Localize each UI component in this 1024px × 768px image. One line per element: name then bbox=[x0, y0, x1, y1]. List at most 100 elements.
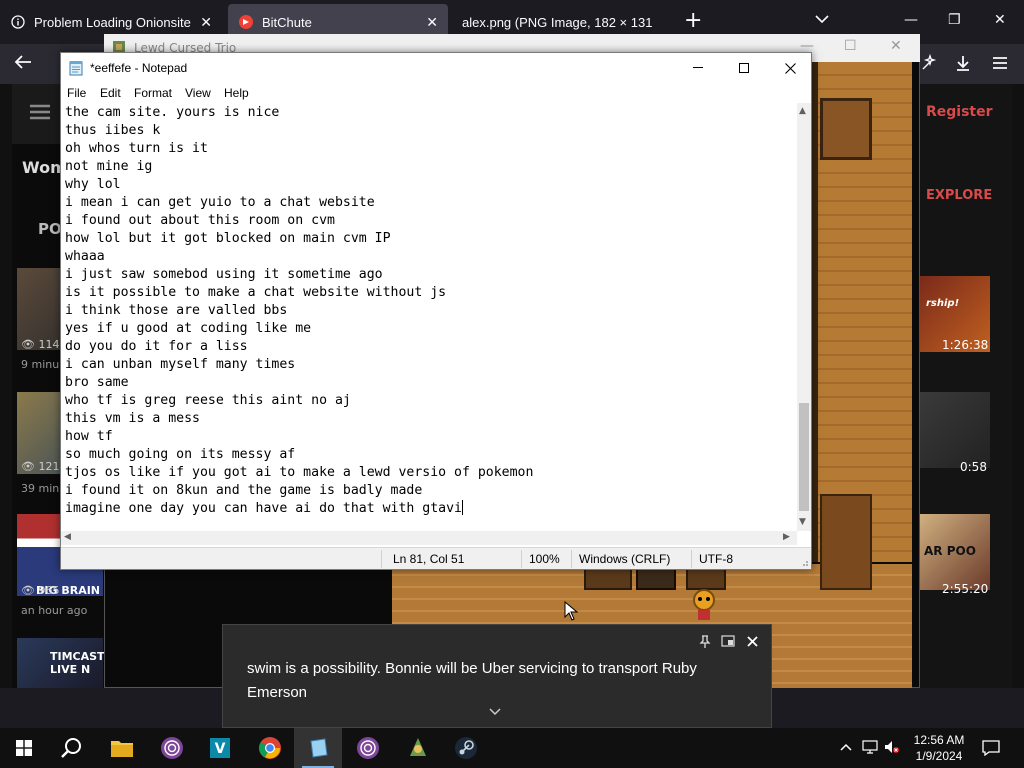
scroll-left-arrow-icon[interactable]: ◀ bbox=[64, 532, 71, 542]
notepad-vertical-scrollbar[interactable]: ▲ ▼ bbox=[797, 103, 811, 531]
tab-title: BitChute bbox=[262, 14, 312, 30]
search-button[interactable] bbox=[48, 728, 96, 768]
new-tab-button[interactable]: + bbox=[684, 8, 702, 33]
popout-icon[interactable] bbox=[721, 635, 735, 650]
list-all-tabs-chevron-icon[interactable] bbox=[815, 12, 829, 28]
browser-minimize-icon[interactable]: — bbox=[904, 12, 918, 28]
taskbar-chrome[interactable] bbox=[246, 728, 294, 768]
notepad-text-area[interactable]: the cam site. yours is nice thus iibes k o… bbox=[61, 103, 797, 533]
notepad-text-line: i can unban myself many times bbox=[65, 357, 296, 372]
volume-muted-icon[interactable] bbox=[884, 740, 900, 758]
notepad-minimize-icon[interactable] bbox=[675, 53, 721, 83]
scrollbar-thumb[interactable] bbox=[799, 403, 809, 511]
taskbar-app-purple-2[interactable] bbox=[344, 728, 392, 768]
chrome-icon bbox=[259, 737, 281, 759]
notification-toast[interactable]: swim is a possibility. Bonnie will be Ub… bbox=[222, 624, 772, 728]
video-thumbnail[interactable] bbox=[920, 392, 990, 468]
notepad-text-line: i found it on 8kun and the game is badly… bbox=[65, 483, 423, 498]
video-age: an hour ago bbox=[21, 604, 88, 617]
taskbar-notepad[interactable] bbox=[294, 728, 342, 768]
bitchute-menu-icon[interactable] bbox=[30, 104, 50, 124]
tray-chevron-up-icon[interactable] bbox=[840, 740, 852, 755]
scroll-down-arrow-icon[interactable]: ▼ bbox=[799, 517, 806, 527]
network-icon[interactable] bbox=[862, 740, 878, 758]
menu-format[interactable]: Format bbox=[134, 86, 172, 100]
game-scene-furniture bbox=[636, 568, 676, 590]
toast-close-icon[interactable] bbox=[747, 635, 758, 650]
notepad-text-line: bro same bbox=[65, 375, 129, 390]
register-link[interactable]: Register bbox=[926, 104, 993, 120]
windows-logo-icon bbox=[16, 740, 32, 756]
resize-grip-icon[interactable] bbox=[799, 556, 809, 570]
start-button[interactable] bbox=[0, 728, 48, 768]
video-age: 39 min bbox=[21, 482, 60, 495]
scroll-up-arrow-icon[interactable]: ▲ bbox=[799, 106, 806, 116]
notepad-text-line: the cam site. yours is nice bbox=[65, 105, 280, 120]
extensions-icon[interactable] bbox=[920, 53, 938, 77]
download-icon[interactable] bbox=[954, 54, 972, 77]
notepad-text-line: i mean i can get yuio to a chat website bbox=[65, 195, 375, 210]
menu-file[interactable]: File bbox=[67, 86, 86, 100]
game-maximize-icon[interactable]: ☐ bbox=[844, 38, 857, 54]
explore-link[interactable]: EXPLORE bbox=[926, 188, 992, 203]
video-duration: 1:26:38 bbox=[942, 338, 989, 352]
taskbar-game[interactable] bbox=[394, 728, 442, 768]
notepad-text-line: tjos os like if you got ai to make a lew… bbox=[65, 465, 534, 480]
left-partial-tab: PO bbox=[38, 220, 62, 238]
notification-center-icon[interactable] bbox=[982, 740, 1000, 760]
taskbar-steam[interactable] bbox=[442, 728, 490, 768]
folder-icon bbox=[111, 741, 133, 757]
status-divider bbox=[691, 550, 692, 568]
steam-icon bbox=[455, 737, 477, 759]
taskbar-app-purple[interactable] bbox=[148, 728, 196, 768]
notepad-status-bar: Ln 81, Col 51 100% Windows (CRLF) UTF-8 bbox=[61, 547, 811, 569]
hamburger-menu-icon[interactable] bbox=[992, 54, 1008, 75]
notepad-window: *eeffefe - Notepad File Edit Format View… bbox=[60, 52, 812, 570]
clock-time: 12:56 AM bbox=[913, 733, 965, 747]
notepad-text-line: i found out about this room on cvm bbox=[65, 213, 335, 228]
svg-text:V: V bbox=[215, 741, 226, 757]
taskbar-file-explorer[interactable] bbox=[98, 728, 146, 768]
status-line-ending: Windows (CRLF) bbox=[579, 552, 671, 566]
game-scene-furniture bbox=[584, 568, 632, 590]
menu-help[interactable]: Help bbox=[224, 86, 249, 100]
video-age: 9 minu bbox=[21, 358, 60, 371]
notepad-app-icon bbox=[69, 60, 83, 76]
notepad-maximize-icon[interactable] bbox=[721, 53, 767, 83]
tab-close-icon[interactable]: ✕ bbox=[426, 14, 438, 31]
info-icon bbox=[10, 14, 26, 30]
game-close-icon[interactable]: ✕ bbox=[890, 38, 902, 54]
bitchute-logo-icon bbox=[238, 14, 254, 30]
video-duration: 0:58 bbox=[960, 460, 987, 474]
game-scene-door bbox=[820, 98, 872, 160]
notepad-text-line: thus iibes k bbox=[65, 123, 161, 138]
notepad-text-line: oh whos turn is it bbox=[65, 141, 208, 156]
game-scene-shelf bbox=[820, 494, 872, 590]
taskbar-vim[interactable]: V bbox=[196, 728, 244, 768]
pin-icon[interactable] bbox=[699, 635, 711, 652]
browser-restore-icon[interactable]: ❐ bbox=[948, 12, 961, 28]
taskbar-clock[interactable]: 12:56 AM 1/9/2024 bbox=[906, 732, 972, 764]
game-app-icon bbox=[410, 738, 426, 756]
menu-edit[interactable]: Edit bbox=[100, 86, 121, 100]
notepad-window-title: *eeffefe - Notepad bbox=[90, 61, 188, 75]
vim-editor-icon: V bbox=[210, 738, 230, 758]
notepad-horizontal-scrollbar[interactable]: ◀ ▶ bbox=[61, 531, 797, 545]
game-scene-furniture bbox=[686, 568, 726, 590]
status-zoom: 100% bbox=[529, 552, 560, 566]
status-divider bbox=[521, 550, 522, 568]
back-arrow-icon[interactable] bbox=[14, 54, 32, 75]
game-character-sprite bbox=[690, 588, 718, 622]
notepad-titlebar[interactable]: *eeffefe - Notepad bbox=[61, 53, 811, 83]
tab-close-icon[interactable]: ✕ bbox=[200, 14, 212, 31]
clock-date: 1/9/2024 bbox=[915, 749, 963, 763]
video-thumb-label: TIMCAST LIVE N bbox=[50, 650, 105, 676]
menu-view[interactable]: View bbox=[185, 86, 211, 100]
notepad-text-line: is it possible to make a chat website wi… bbox=[65, 285, 447, 300]
browser-close-icon[interactable]: ✕ bbox=[994, 12, 1006, 28]
chevron-down-icon[interactable] bbox=[489, 705, 501, 719]
toast-message: swim is a possibility. Bonnie will be Ub… bbox=[247, 660, 697, 701]
notepad-close-icon[interactable] bbox=[767, 53, 813, 83]
scroll-right-arrow-icon[interactable]: ▶ bbox=[783, 532, 790, 542]
search-icon bbox=[61, 738, 81, 758]
